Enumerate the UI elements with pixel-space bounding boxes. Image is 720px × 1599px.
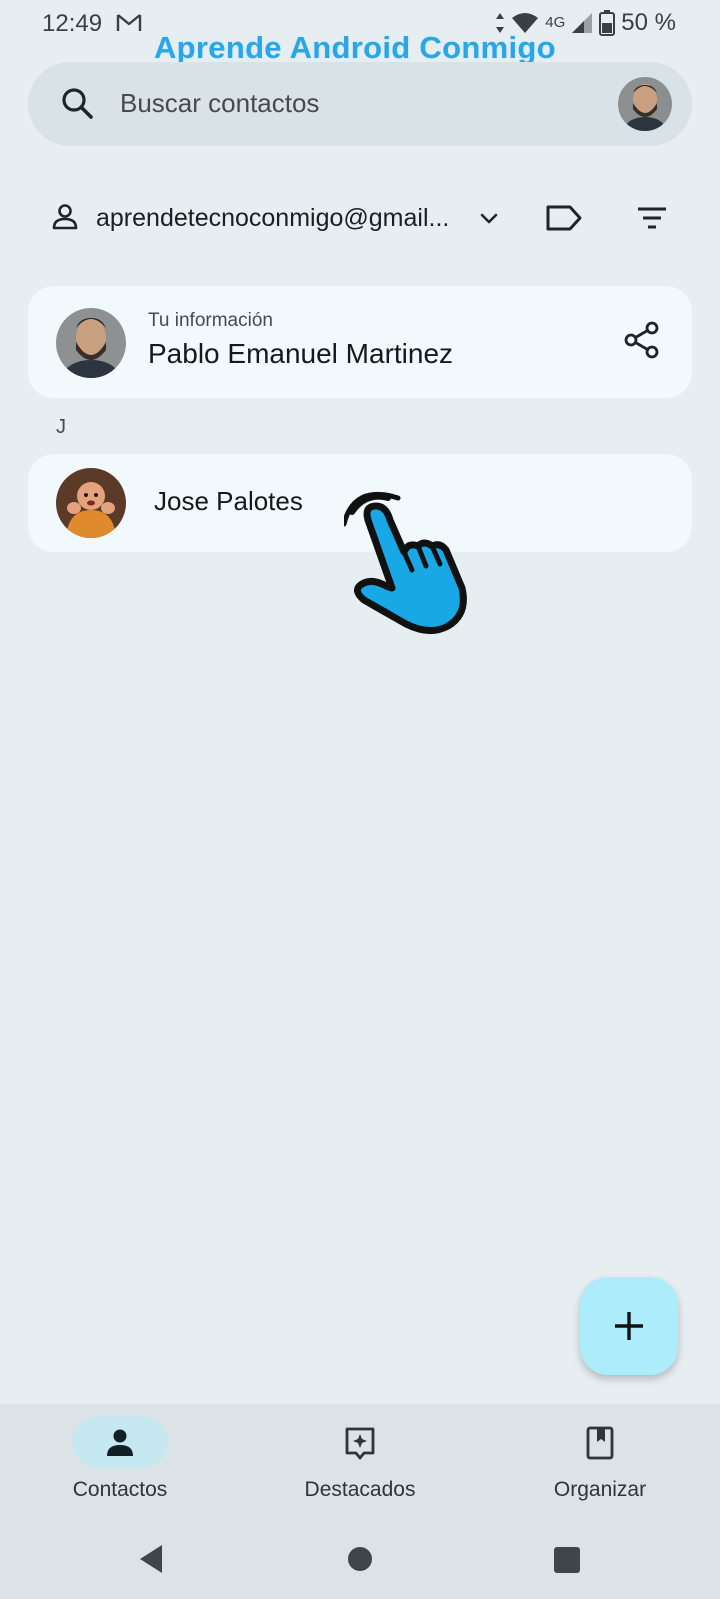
nav-highlights[interactable]: Destacados bbox=[240, 1404, 480, 1520]
nav-label: Contactos bbox=[72, 1478, 168, 1501]
network-type: 4G bbox=[545, 13, 566, 31]
system-navigation-bar bbox=[0, 1520, 720, 1599]
nav-label: Destacados bbox=[304, 1478, 416, 1501]
contact-name: Jose Palotes bbox=[154, 486, 303, 516]
filter-icon[interactable] bbox=[634, 200, 670, 236]
account-avatar[interactable] bbox=[618, 77, 672, 131]
gmail-icon bbox=[116, 14, 142, 31]
signal-icon bbox=[572, 13, 593, 33]
contact-photo-icon bbox=[56, 468, 126, 538]
share-icon[interactable] bbox=[622, 320, 662, 360]
recents-button[interactable] bbox=[554, 1547, 580, 1573]
section-header-letter: J bbox=[56, 416, 66, 438]
search-bar[interactable]: Buscar contactos bbox=[28, 62, 692, 146]
my-avatar bbox=[56, 308, 126, 378]
person-outline-icon bbox=[52, 204, 78, 230]
account-email[interactable]: aprendetecnoconmigo@gmail... bbox=[96, 204, 449, 233]
profile-photo-icon bbox=[56, 308, 126, 378]
battery-icon bbox=[599, 10, 616, 36]
label-icon[interactable] bbox=[544, 200, 584, 236]
account-selector[interactable]: aprendetecnoconmigo@gmail... bbox=[50, 196, 690, 240]
contact-avatar bbox=[56, 468, 126, 538]
nav-contacts[interactable]: Contactos bbox=[0, 1404, 240, 1520]
battery-level: 50 % bbox=[621, 9, 676, 36]
tap-hand-icon bbox=[344, 491, 467, 634]
bottom-navigation: Contactos Destacados Organizar bbox=[0, 1404, 720, 1520]
person-icon bbox=[107, 1429, 133, 1456]
plus-icon bbox=[615, 1312, 643, 1340]
search-input[interactable]: Buscar contactos bbox=[120, 88, 319, 119]
home-button[interactable] bbox=[348, 1547, 372, 1571]
status-time: 12:49 bbox=[42, 10, 103, 37]
profile-photo-icon bbox=[618, 77, 672, 131]
bookmark-icon bbox=[586, 1426, 614, 1460]
back-icon[interactable] bbox=[136, 1542, 166, 1576]
nav-organize[interactable]: Organizar bbox=[480, 1404, 720, 1520]
add-contact-button[interactable] bbox=[580, 1277, 678, 1375]
watermark: Aprende Android Conmigo bbox=[154, 30, 556, 65]
my-info-caption: Tu información bbox=[148, 310, 273, 331]
my-info-card[interactable]: Tu información Pablo Emanuel Martinez bbox=[28, 286, 692, 398]
chevron-down-icon[interactable] bbox=[474, 204, 504, 234]
search-icon[interactable] bbox=[58, 84, 98, 124]
my-info-name: Pablo Emanuel Martinez bbox=[148, 338, 454, 369]
nav-label: Organizar bbox=[553, 1478, 647, 1501]
star-sparkle-icon bbox=[345, 1427, 375, 1460]
